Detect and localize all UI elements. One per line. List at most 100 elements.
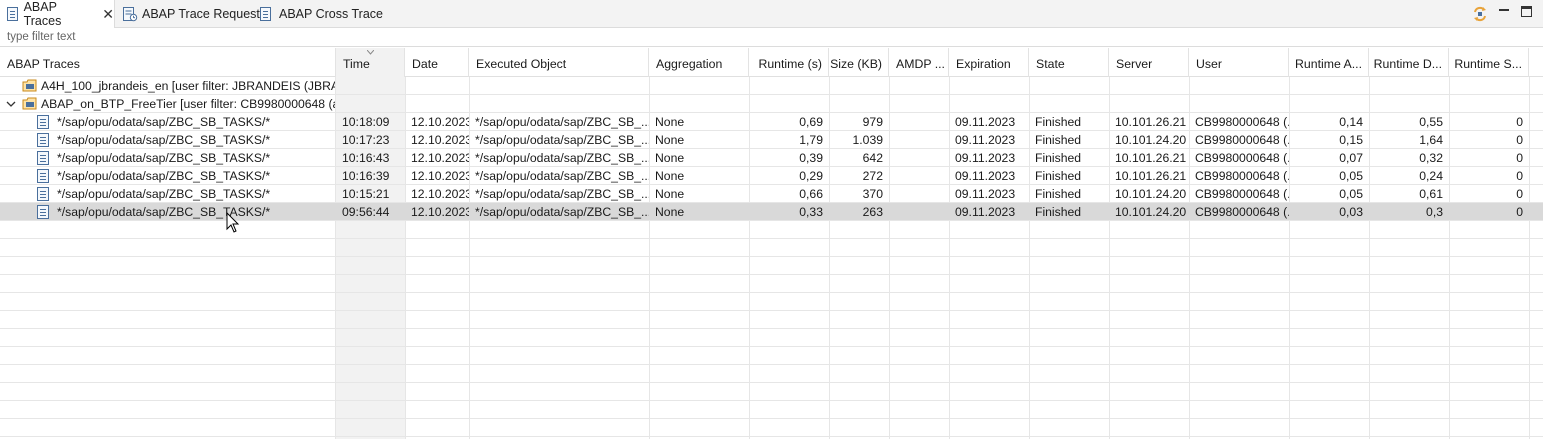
cell-user: CB9980000648 (... (1195, 133, 1289, 147)
column-header-runtime-system[interactable]: Runtime S... (1449, 48, 1529, 77)
cell-size: 370 (862, 187, 883, 201)
cell-size: 263 (862, 205, 883, 219)
cell-runtime-system: 0 (1516, 115, 1523, 129)
empty-row (0, 383, 1543, 401)
column-header-runtime-db[interactable]: Runtime D... (1369, 48, 1449, 77)
filter-bar (0, 28, 1543, 47)
cell-expiration: 09.11.2023 (955, 133, 1016, 147)
cell-runtime: 0,29 (799, 169, 823, 183)
column-header-runtime[interactable]: Runtime (s) (749, 48, 829, 77)
cell-aggregation: None (655, 169, 685, 183)
empty-row (0, 401, 1543, 419)
cell-user: CB9980000648 (... (1195, 169, 1289, 183)
cell-server: 10.101.24.20 (1115, 133, 1187, 147)
cell-size: 1.039 (852, 133, 884, 147)
trace-doc-icon (37, 133, 49, 147)
cell-runtime: 1,79 (799, 133, 823, 147)
empty-row (0, 275, 1543, 293)
tab-label: ABAP Trace Requests (142, 7, 267, 21)
cell-user: CB9980000648 (... (1195, 187, 1289, 201)
empty-row (0, 419, 1543, 437)
cell-size: 642 (862, 151, 883, 165)
cell-time: 10:15:21 (342, 187, 390, 201)
tab-label: ABAP Traces (23, 0, 62, 28)
trace-doc-icon (7, 7, 18, 21)
trace-row[interactable]: */sap/opu/odata/sap/ZBC_SB_TASKS/* 10:15:… (0, 185, 1543, 203)
column-header-abap-traces[interactable]: ABAP Traces (0, 48, 336, 77)
trace-request-icon (123, 7, 138, 22)
cell-runtime-abap: 0,15 (1339, 133, 1363, 147)
close-icon[interactable]: ✕ (102, 7, 114, 21)
cell-state: Finished (1035, 151, 1082, 165)
column-header-date[interactable]: Date (405, 48, 469, 77)
column-header-state[interactable]: State (1029, 48, 1109, 77)
cell-size: 979 (862, 115, 883, 129)
refresh-sync-icon[interactable] (1472, 6, 1488, 22)
cell-executed-object: */sap/opu/odata/sap/ZBC_SB_... (475, 151, 649, 165)
cell-trace-name: */sap/opu/odata/sap/ZBC_SB_TASKS/* (57, 115, 271, 129)
column-header-amdp[interactable]: AMDP ... (889, 48, 949, 77)
cell-runtime-system: 0 (1516, 133, 1523, 147)
minimize-icon[interactable] (1499, 6, 1509, 16)
tab-label: ABAP Cross Trace (279, 7, 383, 21)
cell-user: CB9980000648 (... (1195, 115, 1289, 129)
trace-row[interactable]: */sap/opu/odata/sap/ZBC_SB_TASKS/* 10:17:… (0, 131, 1543, 149)
tree-row-system[interactable]: ABAP_on_BTP_FreeTier [user filter: CB998… (0, 95, 1543, 113)
cell-runtime-db: 0,61 (1419, 187, 1443, 201)
cell-runtime-db: 1,64 (1419, 133, 1443, 147)
cell-size: 272 (862, 169, 883, 183)
cell-runtime-system: 0 (1516, 151, 1523, 165)
trace-row[interactable]: */sap/opu/odata/sap/ZBC_SB_TASKS/* 10:16:… (0, 167, 1543, 185)
tab-abap-cross-trace[interactable]: ABAP Cross Trace (260, 0, 383, 28)
cell-runtime-abap: 0,07 (1339, 151, 1363, 165)
trace-doc-icon (37, 205, 49, 219)
empty-row (0, 239, 1543, 257)
cell-server: 10.101.24.20 (1115, 187, 1187, 201)
tab-abap-trace-requests[interactable]: ABAP Trace Requests (120, 0, 266, 28)
filter-input[interactable] (0, 28, 400, 46)
maximize-icon[interactable] (1521, 6, 1532, 17)
table-header: ABAP Traces Time Date Executed Object Ag… (0, 48, 1543, 77)
cell-server: 10.101.26.21 (1115, 151, 1187, 165)
cell-time: 10:17:23 (342, 133, 390, 147)
chevron-down-icon[interactable] (6, 99, 16, 109)
cell-aggregation: None (655, 151, 685, 165)
cell-runtime-db: 0,3 (1426, 205, 1443, 219)
column-header-user[interactable]: User (1189, 48, 1289, 77)
trace-row[interactable]: */sap/opu/odata/sap/ZBC_SB_TASKS/* 10:18:… (0, 113, 1543, 131)
tab-abap-traces[interactable]: ABAP Traces ✕ (0, 0, 115, 28)
cell-amdp (889, 113, 949, 131)
traces-table: ABAP Traces Time Date Executed Object Ag… (0, 48, 1543, 439)
cell-server: 10.101.24.20 (1115, 205, 1187, 219)
empty-row (0, 311, 1543, 329)
column-header-aggregation[interactable]: Aggregation (649, 48, 749, 77)
cell-time: 09:56:44 (342, 205, 390, 219)
view-tab-bar: ABAP Traces ✕ ABAP Trace Requests ABAP C… (0, 0, 1543, 28)
cell-date: 12.10.2023 (411, 151, 469, 165)
cell-executed-object: */sap/opu/odata/sap/ZBC_SB_... (475, 115, 649, 129)
cell-amdp (889, 185, 949, 203)
cell-executed-object: */sap/opu/odata/sap/ZBC_SB_... (475, 187, 649, 201)
trace-doc-icon (37, 151, 49, 165)
column-header-expiration[interactable]: Expiration (949, 48, 1029, 77)
column-header-executed-object[interactable]: Executed Object (469, 48, 649, 77)
trace-doc-icon (37, 115, 49, 129)
column-header-server[interactable]: Server (1109, 48, 1189, 77)
trace-row[interactable]: */sap/opu/odata/sap/ZBC_SB_TASKS/* 10:16:… (0, 149, 1543, 167)
cell-expiration: 09.11.2023 (955, 151, 1016, 165)
cell-server: 10.101.26.21 (1115, 169, 1187, 183)
cell-trace-name: */sap/opu/odata/sap/ZBC_SB_TASKS/* (57, 151, 271, 165)
cell-time: 10:16:43 (342, 151, 390, 165)
cell-runtime-abap: 0,05 (1339, 187, 1363, 201)
cell-date: 12.10.2023 (411, 205, 469, 219)
cell-date: 12.10.2023 (411, 133, 469, 147)
cell-executed-object: */sap/opu/odata/sap/ZBC_SB_... (475, 169, 649, 183)
column-header-runtime-abap[interactable]: Runtime A... (1289, 48, 1369, 77)
cell-server: 10.101.26.21 (1115, 115, 1187, 129)
cell-time: 10:18:09 (342, 115, 390, 129)
column-header-size[interactable]: Size (KB) (829, 48, 889, 77)
cell-trace-name: */sap/opu/odata/sap/ZBC_SB_TASKS/* (57, 205, 271, 219)
cross-trace-icon (260, 7, 271, 21)
system-label: A4H_100_jbrandeis_en [user filter: JBRAN… (41, 79, 335, 93)
tree-row-system[interactable]: A4H_100_jbrandeis_en [user filter: JBRAN… (0, 77, 1543, 95)
